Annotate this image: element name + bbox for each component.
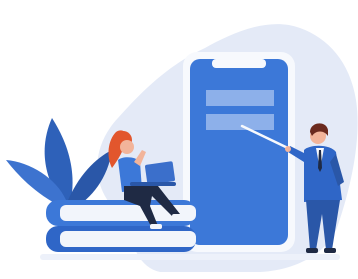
laptop-screen [145,161,175,185]
smartphone [183,52,295,252]
illustration-scene [0,0,358,279]
phone-text-line-1 [206,90,274,106]
plant-leaves [6,118,112,210]
phone-notch [212,59,266,68]
education-illustration [6,24,358,272]
woman-face [120,140,134,154]
phone-screen [190,59,288,245]
phone-text-line-2 [206,114,274,130]
laptop-base [130,182,176,186]
ground-shadow [40,254,340,260]
